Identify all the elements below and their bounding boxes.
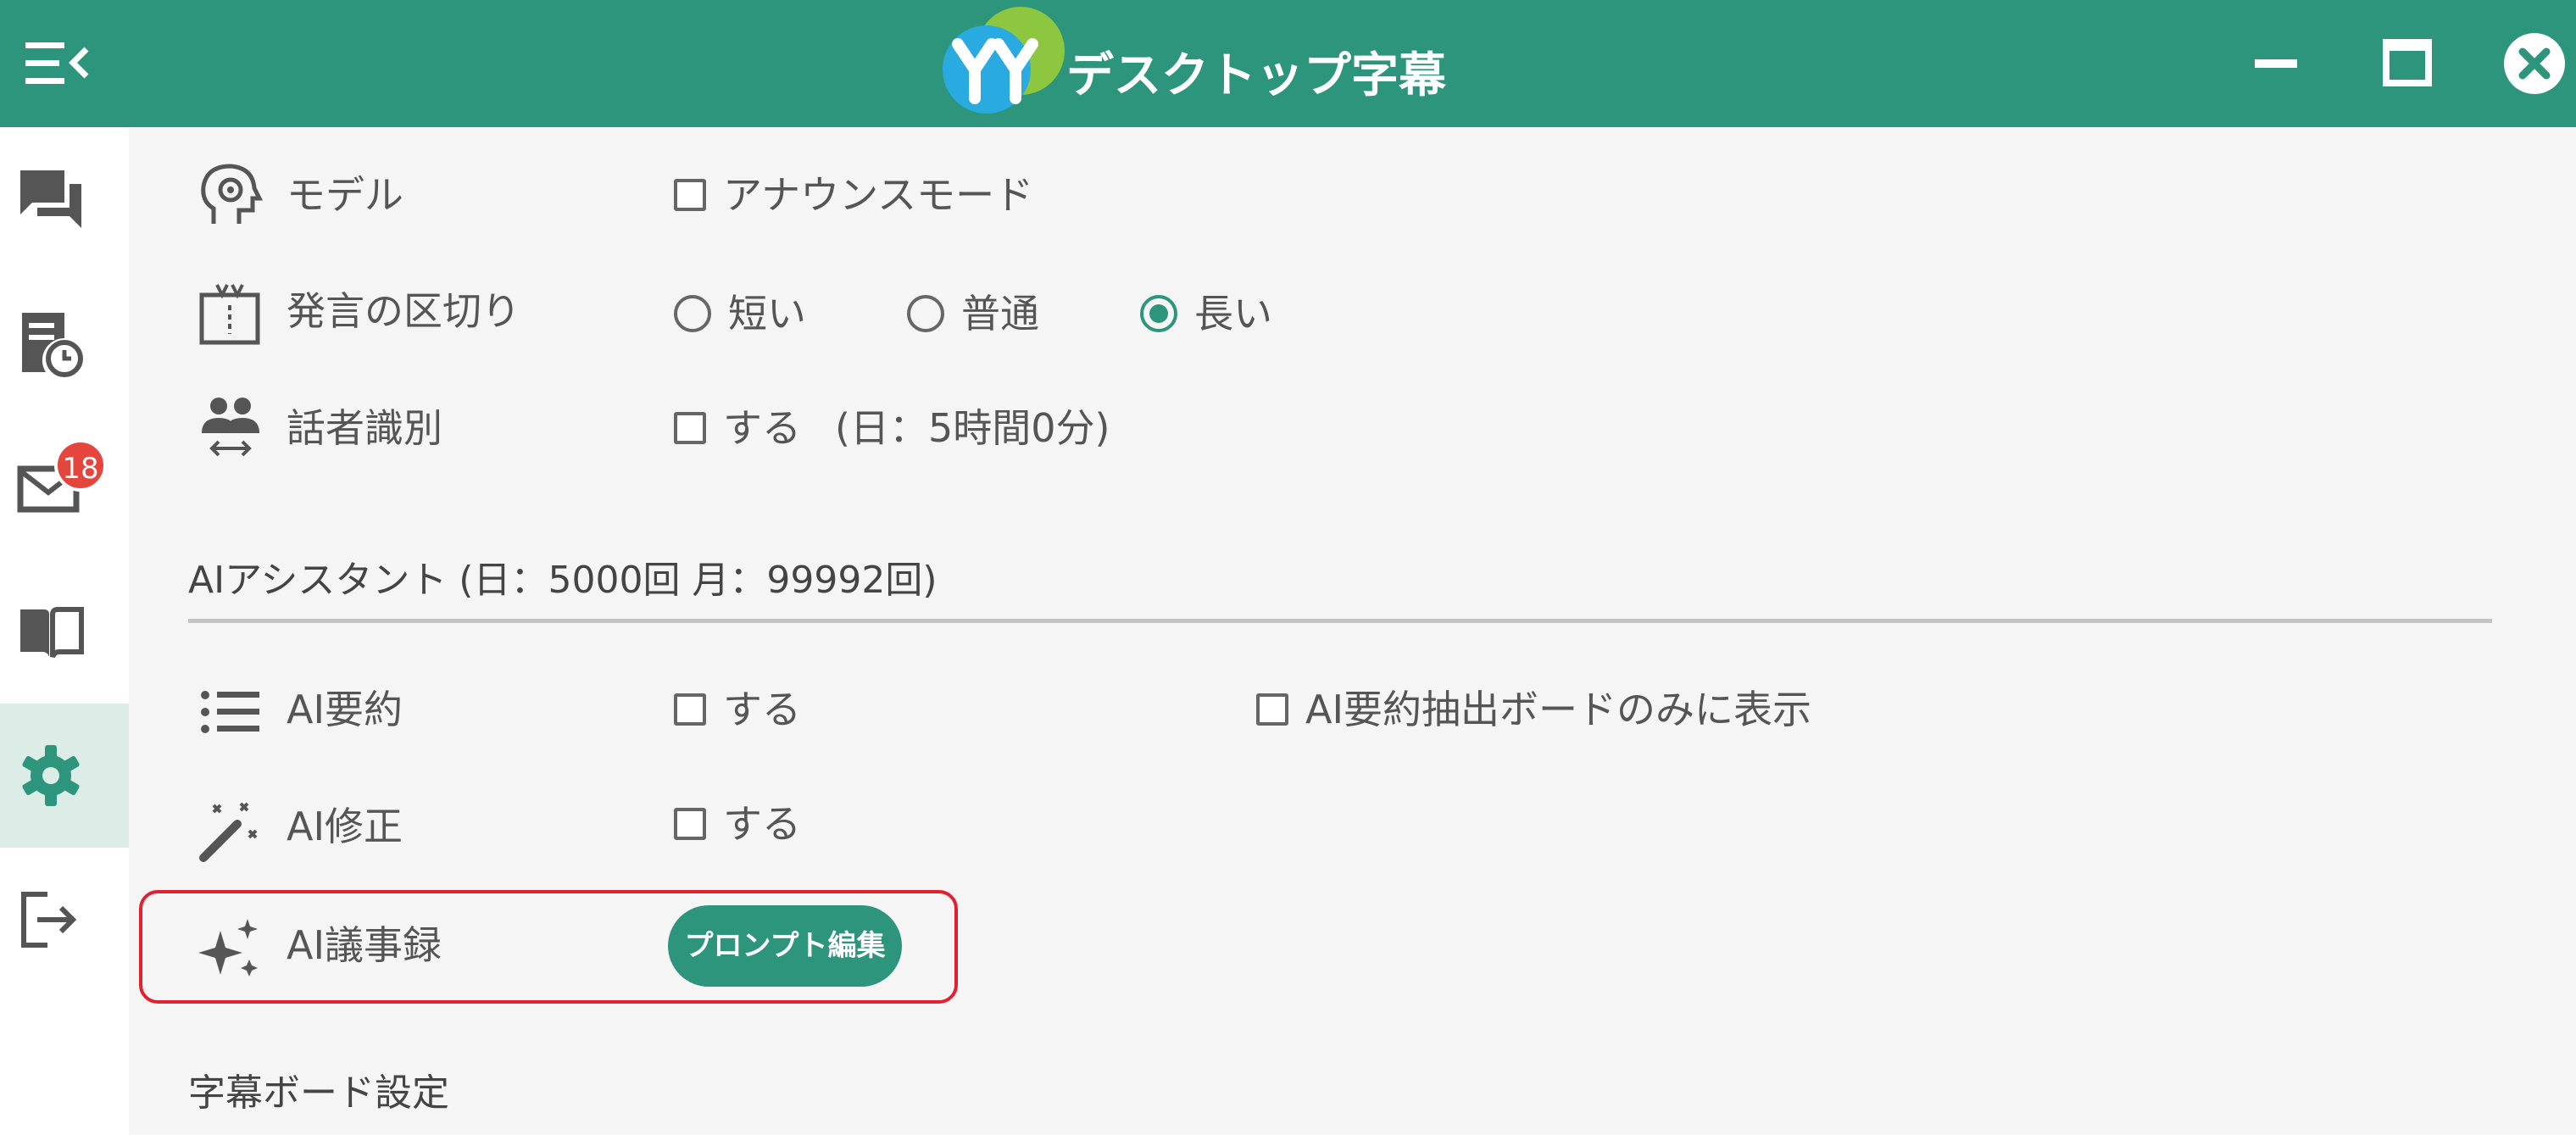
checkbox-box — [674, 412, 706, 444]
speaker-id-checkbox[interactable]: する — [674, 398, 801, 458]
radio-circle — [674, 295, 711, 332]
segment-normal-radio[interactable]: 普通 — [907, 284, 1039, 343]
list-icon — [201, 691, 259, 733]
announce-mode-label: アナウンスモード — [723, 172, 1034, 218]
ai-summary-board-only-checkbox[interactable]: AI要約抽出ボードのみに表示 — [1256, 680, 1811, 739]
sidebar-item-chat[interactable] — [0, 127, 129, 271]
sparkle-icon — [198, 919, 258, 976]
sidebar-item-logout[interactable] — [0, 848, 129, 992]
ai-fix-option-label: する — [723, 801, 801, 847]
book-icon — [20, 607, 84, 659]
prompt-edit-button[interactable]: プロンプト編集 — [668, 905, 902, 987]
history-icon — [22, 313, 83, 377]
ai-summary-option-label: する — [723, 687, 801, 732]
segment-short-label: 短い — [728, 291, 806, 337]
announce-mode-checkbox[interactable]: アナウンスモード — [674, 165, 1033, 225]
menu-collapse-icon[interactable] — [25, 41, 90, 86]
chat-icon — [20, 170, 81, 228]
magic-wand-icon — [199, 802, 258, 862]
minimize-icon[interactable] — [2238, 25, 2314, 102]
radio-circle — [907, 295, 944, 332]
checkbox-box — [1256, 693, 1288, 726]
speaker-id-icon — [202, 398, 259, 457]
sidebar-item-mail[interactable]: 18 — [0, 415, 129, 559]
radio-circle-selected — [1140, 295, 1177, 332]
subtitle-board-section-title: 字幕ボード設定 — [188, 1071, 449, 1115]
ai-fix-label: AI修正 — [287, 804, 403, 849]
close-icon[interactable] — [2496, 25, 2573, 102]
title-bar: デスクトップ字幕 — [0, 0, 2576, 127]
logout-icon — [21, 892, 77, 948]
checkbox-box — [674, 179, 706, 211]
settings-icon — [22, 745, 80, 806]
segment-normal-label: 普通 — [961, 291, 1039, 337]
ai-minutes-label: AI議事録 — [287, 922, 442, 968]
model-label: モデル — [287, 172, 403, 218]
segment-long-label: 長い — [1194, 291, 1272, 337]
speaker-quota: (日：5時間0分) — [835, 405, 1110, 451]
sidebar: 18 — [0, 127, 129, 1135]
app-title: デスクトップ字幕 — [1066, 48, 1446, 103]
sidebar-item-settings[interactable] — [0, 704, 129, 848]
segment-label: 発言の区切り — [287, 288, 520, 334]
segment-long-radio[interactable]: 長い — [1140, 284, 1272, 343]
ai-summary-checkbox[interactable]: する — [674, 680, 801, 739]
section-divider — [188, 619, 2492, 623]
checkbox-box — [674, 693, 706, 726]
sidebar-item-book[interactable] — [0, 559, 129, 704]
app-logo — [932, 5, 1068, 117]
speaker-id-label: 話者識別 — [287, 405, 442, 451]
segment-icon — [199, 284, 260, 345]
ai-summary-board-only-label: AI要約抽出ボードのみに表示 — [1305, 687, 1812, 732]
ai-fix-checkbox[interactable]: する — [674, 794, 801, 854]
brain-settings-icon — [201, 164, 264, 224]
maximize-icon[interactable] — [2369, 25, 2445, 102]
sidebar-item-history[interactable] — [0, 271, 129, 415]
speaker-id-option-label: する — [723, 405, 801, 451]
ai-assistant-section-title: AIアシスタント (日：5000回 月：99992回) — [188, 559, 937, 602]
checkbox-box — [674, 808, 706, 840]
unread-badge: 18 — [54, 439, 107, 492]
ai-summary-label: AI要約 — [287, 687, 403, 732]
segment-short-radio[interactable]: 短い — [674, 284, 806, 343]
